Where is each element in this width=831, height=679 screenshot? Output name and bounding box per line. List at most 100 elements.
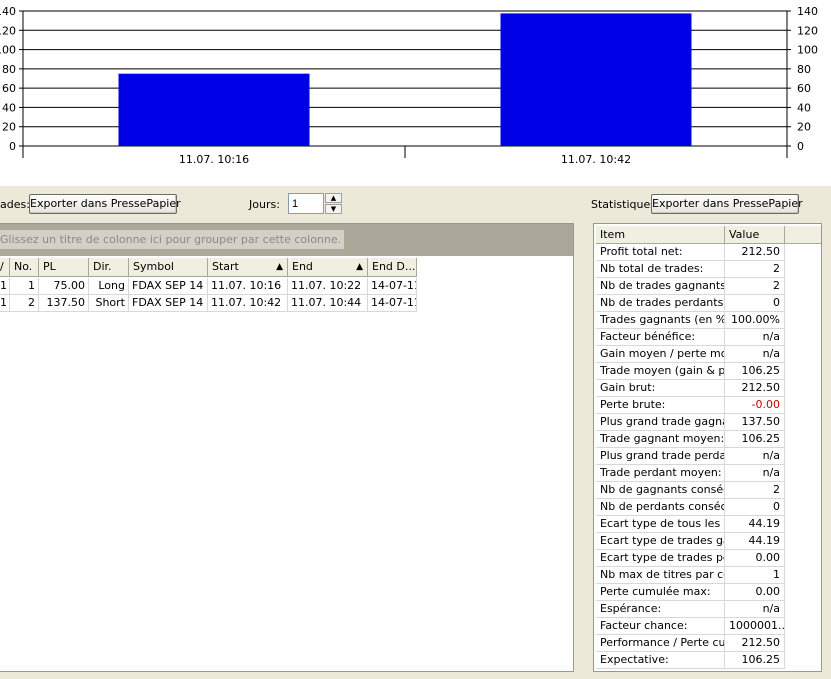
stat-value[interactable]: 106.25 bbox=[725, 652, 785, 669]
stat-value[interactable]: n/a bbox=[725, 601, 785, 618]
y-tick-label-right: 120 bbox=[797, 24, 818, 37]
stat-value[interactable]: n/a bbox=[725, 448, 785, 465]
stat-item[interactable]: Facteur bénéfice: bbox=[596, 329, 725, 346]
stat-value[interactable]: 212.50 bbox=[725, 244, 785, 261]
cell-end-date[interactable]: 14-07-11 bbox=[368, 295, 417, 312]
cell-pl[interactable]: 137.50 bbox=[39, 295, 89, 312]
stat-item[interactable]: Perte brute: bbox=[596, 397, 725, 414]
y-tick-label-right: 80 bbox=[797, 63, 811, 76]
stat-item[interactable]: Nb total de trades: bbox=[596, 261, 725, 278]
stat-value[interactable]: 0 bbox=[725, 295, 785, 312]
stat-value[interactable]: 137.50 bbox=[725, 414, 785, 431]
cell-start[interactable]: 11.07. 10:16 bbox=[208, 278, 288, 295]
stat-value[interactable]: 0 bbox=[725, 499, 785, 516]
column-header-end-date[interactable]: End D... bbox=[368, 258, 417, 277]
stat-item[interactable]: Nb de perdants conséc... bbox=[596, 499, 725, 516]
stat-item[interactable]: Trade moyen (gain & pe... bbox=[596, 363, 725, 380]
cell-dir[interactable]: Long bbox=[89, 278, 129, 295]
chevron-up-icon: ▲ bbox=[330, 194, 337, 202]
y-tick-label-right: 60 bbox=[797, 82, 811, 95]
stat-value[interactable]: 106.25 bbox=[725, 431, 785, 448]
jours-input[interactable] bbox=[288, 193, 324, 214]
stat-item[interactable]: Trade gagnant moyen: bbox=[596, 431, 725, 448]
chart-svg: 0 0 20 20 40 40 60 60 80 80 100 100 120 120 140 140 11.0… bbox=[0, 5, 818, 166]
y-tick-label-right: 0 bbox=[797, 140, 804, 153]
stat-value[interactable]: -0.00 bbox=[725, 397, 785, 414]
stat-value[interactable]: 2 bbox=[725, 261, 785, 278]
cell-no[interactable]: 2 bbox=[10, 295, 39, 312]
sort-ascending-icon: ▲ bbox=[356, 262, 363, 272]
stat-value[interactable]: 2 bbox=[725, 482, 785, 499]
stat-item[interactable]: Trades gagnants (en %): bbox=[596, 312, 725, 329]
y-tick-label-right: 40 bbox=[797, 101, 811, 114]
column-header-end[interactable]: End ▲ bbox=[288, 258, 368, 277]
stats-export-button[interactable]: Exporter dans PressePapier bbox=[651, 194, 803, 214]
stat-item[interactable]: Gain brut: bbox=[596, 380, 725, 397]
stat-item[interactable]: Plus grand trade gagnant: bbox=[596, 414, 725, 431]
chevron-down-icon: ▼ bbox=[330, 205, 337, 213]
stat-value[interactable]: n/a bbox=[725, 465, 785, 482]
cell-start[interactable]: 11.07. 10:42 bbox=[208, 295, 288, 312]
stat-item[interactable]: Trade perdant moyen: bbox=[596, 465, 725, 482]
stat-value[interactable]: 44.19 bbox=[725, 533, 785, 550]
stat-value[interactable]: 212.50 bbox=[725, 380, 785, 397]
stat-value[interactable]: 100.00% bbox=[725, 312, 785, 329]
y-tick-label-left: 20 bbox=[2, 121, 16, 134]
stat-item[interactable]: Perte cumulée max: bbox=[596, 584, 725, 601]
column-header-value[interactable]: Value bbox=[725, 226, 785, 244]
cell-no[interactable]: 1 bbox=[10, 278, 39, 295]
stat-item[interactable]: Performance / Perte cu... bbox=[596, 635, 725, 652]
column-header-dir[interactable]: Dir. bbox=[89, 258, 129, 277]
stat-value[interactable]: n/a bbox=[725, 346, 785, 363]
stat-item[interactable]: Nb de trades gagnants: bbox=[596, 278, 725, 295]
cell-dir[interactable]: Short bbox=[89, 295, 129, 312]
y-tick-label-right: 140 bbox=[797, 5, 818, 18]
column-header-flag[interactable]: / bbox=[0, 258, 10, 277]
cell-end-date[interactable]: 14-07-11 bbox=[368, 278, 417, 295]
stat-value[interactable]: 1 bbox=[725, 567, 785, 584]
cell-symbol[interactable]: FDAX SEP 14 bbox=[129, 295, 208, 312]
column-header-symbol[interactable]: Symbol bbox=[129, 258, 208, 277]
stat-item[interactable]: Expectative: bbox=[596, 652, 725, 669]
stat-item[interactable]: Facteur chance: bbox=[596, 618, 725, 635]
stat-value[interactable]: 1000001... bbox=[725, 618, 785, 635]
group-by-panel[interactable]: Glissez un titre de colonne ici pour gro… bbox=[0, 224, 573, 256]
jours-up-button[interactable]: ▲ bbox=[325, 193, 342, 203]
y-tick-label-left: 140 bbox=[0, 5, 16, 18]
stat-value[interactable]: 0.00 bbox=[725, 584, 785, 601]
group-by-hint: Glissez un titre de colonne ici pour gro… bbox=[0, 230, 345, 249]
stat-item[interactable]: Nb max de titres par co... bbox=[596, 567, 725, 584]
column-header-pl[interactable]: PL bbox=[39, 258, 89, 277]
y-tick-label-left: 0 bbox=[9, 140, 16, 153]
column-header-start[interactable]: Start ▲ bbox=[208, 258, 288, 277]
stat-item[interactable]: Nb de trades perdants: bbox=[596, 295, 725, 312]
trades-grid[interactable]: Glissez un titre de colonne ici pour gro… bbox=[0, 223, 574, 672]
stat-value[interactable]: n/a bbox=[725, 329, 785, 346]
cell-flag[interactable]: 1 bbox=[0, 278, 10, 295]
cell-flag[interactable]: 1 bbox=[0, 295, 10, 312]
stat-value[interactable]: 0.00 bbox=[725, 550, 785, 567]
x-category-label: 11.07. 10:16 bbox=[179, 153, 249, 166]
stat-item[interactable]: Gain moyen / perte moy... bbox=[596, 346, 725, 363]
stat-value[interactable]: 44.19 bbox=[725, 516, 785, 533]
jours-down-button[interactable]: ▼ bbox=[325, 204, 342, 214]
stat-item[interactable]: Espérance: bbox=[596, 601, 725, 618]
stat-item[interactable]: Ecart type de tous les tr... bbox=[596, 516, 725, 533]
stat-item[interactable]: Ecart type de trades ga... bbox=[596, 533, 725, 550]
stats-grid[interactable]: Item Value Profit total net: 212.50 Nb tot… bbox=[593, 223, 822, 672]
stat-value[interactable]: 106.25 bbox=[725, 363, 785, 380]
stat-item[interactable]: Profit total net: bbox=[596, 244, 725, 261]
stat-value[interactable]: 2 bbox=[725, 278, 785, 295]
cell-pl[interactable]: 75.00 bbox=[39, 278, 89, 295]
stat-item[interactable]: Nb de gagnants conséc... bbox=[596, 482, 725, 499]
column-header-no[interactable]: No. bbox=[10, 258, 39, 277]
stat-value[interactable]: 212.50 bbox=[725, 635, 785, 652]
trades-export-button[interactable]: Exporter dans PressePapier bbox=[29, 194, 181, 214]
cell-end[interactable]: 11.07. 10:22 bbox=[288, 278, 368, 295]
y-tick-label-right: 100 bbox=[797, 44, 818, 57]
cell-end[interactable]: 11.07. 10:44 bbox=[288, 295, 368, 312]
column-header-item[interactable]: Item bbox=[596, 226, 725, 244]
stat-item[interactable]: Plus grand trade perdant: bbox=[596, 448, 725, 465]
stat-item[interactable]: Ecart type de trades per... bbox=[596, 550, 725, 567]
cell-symbol[interactable]: FDAX SEP 14 bbox=[129, 278, 208, 295]
